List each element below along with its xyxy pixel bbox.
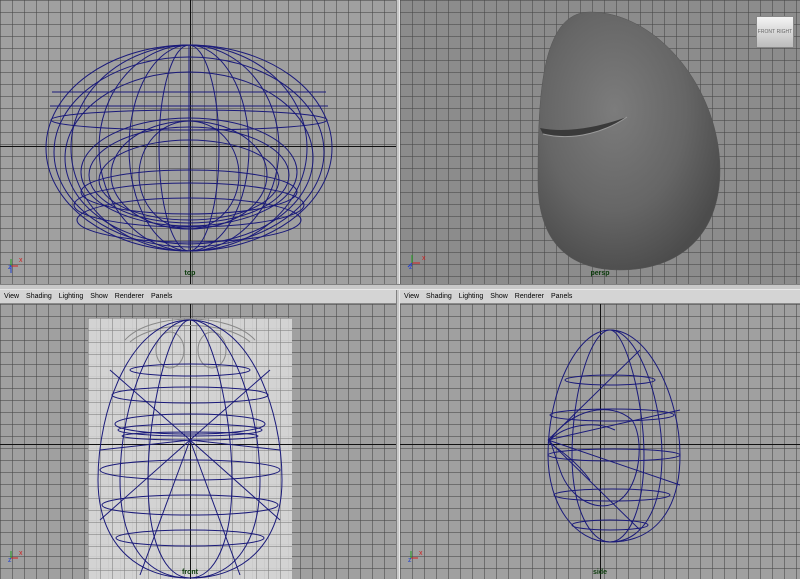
axis-x-label: x (422, 255, 426, 262)
view-cube[interactable]: FRONT RIGHT (756, 16, 794, 48)
view-cube-right-face[interactable]: RIGHT (777, 29, 793, 35)
wireframe-egg-side (547, 329, 681, 543)
camera-label-persp: persp (590, 270, 610, 277)
camera-label-top: top (184, 270, 196, 277)
viewport-persp[interactable]: FRONT RIGHT x z persp (400, 0, 800, 284)
wireframe-egg-top (45, 44, 333, 252)
axis-z-label: z (409, 264, 413, 271)
viewport-front[interactable]: View Shading Lighting Show Renderer Pane… (0, 290, 396, 579)
wireframe-egg-front (97, 318, 283, 579)
viewport-side[interactable]: View Shading Lighting Show Renderer Pane… (400, 290, 800, 579)
axis-x-label: x (19, 550, 23, 557)
axis-z-label: z (8, 264, 12, 271)
axis-z-label: z (408, 557, 412, 564)
viewport-top[interactable]: x z top (0, 0, 396, 284)
camera-label-side: side (592, 569, 608, 576)
axis-x-label: x (19, 257, 23, 264)
axis-x-label: x (419, 550, 423, 557)
camera-label-front: front (182, 569, 198, 576)
view-cube-front-face[interactable]: FRONT (758, 29, 775, 35)
viewport-divider-horizontal[interactable] (0, 284, 800, 290)
axis-z-label: z (8, 557, 12, 564)
shaded-egg-persp (537, 11, 721, 271)
